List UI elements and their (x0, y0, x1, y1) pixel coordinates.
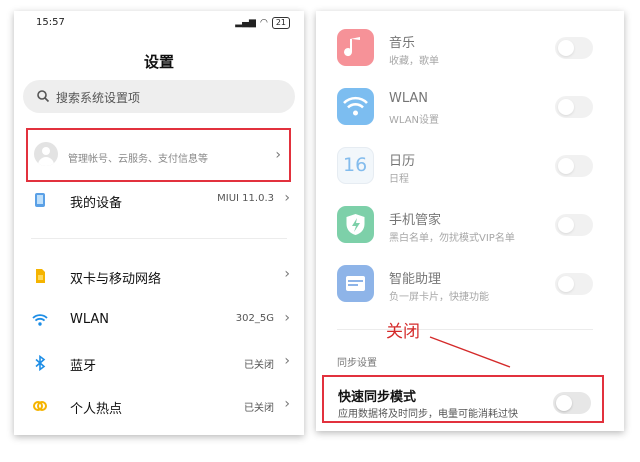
chevron-right-icon: › (275, 147, 281, 163)
chevron-right-icon: › (284, 190, 290, 206)
settings-item-value: 已关闭 (244, 403, 274, 414)
bluetooth-icon (35, 355, 46, 371)
sync-item-name: WLAN (389, 91, 429, 106)
chevron-right-icon: › (284, 266, 290, 282)
signal-icon: ▂▄▆ (235, 18, 256, 28)
sim-card-icon (36, 269, 45, 283)
sync-item-security: 手机管家 黑白名单，勿扰模式VIP名单 (316, 196, 624, 254)
sync-settings-screen: 音乐 收藏，歌单 WLAN WLAN设置 16 日历 日程 手机管家 黑白名单，… (316, 11, 624, 431)
fast-sync-row: 快速同步模式 应用数据将及时同步，电量可能消耗过快 (322, 375, 604, 423)
chevron-right-icon: › (284, 396, 290, 412)
section-label: 同步设置 (337, 358, 377, 369)
search-icon (37, 90, 50, 103)
sync-item-name: 智能助理 (389, 272, 442, 287)
account-subtitle: 管理帐号、云服务、支付信息等 (68, 154, 208, 165)
search-placeholder: 搜索系统设置项 (56, 91, 141, 105)
sync-item-name: 手机管家 (389, 213, 442, 228)
sync-item-wlan: WLAN WLAN设置 (316, 78, 624, 136)
sync-item-sub: 日程 (389, 174, 409, 185)
settings-item-label: 蓝牙 (70, 359, 97, 374)
sync-item-name: 音乐 (389, 36, 416, 51)
sync-item-calendar: 16 日历 日程 (316, 137, 624, 195)
wlan-sync-toggle[interactable] (555, 96, 593, 118)
status-icons: ▂▄▆ ◠ 21 (235, 17, 290, 29)
sync-item-music: 音乐 收藏，歌单 (316, 19, 624, 77)
wifi-icon (337, 88, 374, 125)
sync-item-name: 日历 (389, 154, 416, 169)
fast-sync-title: 快速同步模式 (338, 390, 417, 405)
settings-item-value: 302_5G (235, 313, 274, 324)
settings-item-label: 个人热点 (70, 402, 123, 417)
status-time: 15:57 (36, 17, 65, 28)
sync-item-sub: 收藏，歌单 (389, 56, 439, 67)
settings-item-hotspot[interactable]: 个人热点 已关闭 › (14, 389, 304, 423)
settings-item-value: MIUI 11.0.3 (217, 193, 274, 204)
calendar-icon-text: 16 (343, 154, 368, 176)
fast-sync-toggle[interactable] (553, 392, 591, 414)
calendar-icon: 16 (337, 147, 374, 184)
shield-icon (337, 206, 374, 243)
wifi-icon (32, 314, 48, 326)
avatar (34, 142, 58, 166)
chevron-right-icon: › (284, 353, 290, 369)
music-icon (337, 29, 374, 66)
settings-item-sim[interactable]: 双卡与移动网络 › (14, 259, 304, 293)
sync-item-sub: 黑白名单，勿扰模式VIP名单 (389, 233, 515, 244)
settings-item-wlan[interactable]: WLAN 302_5G › (14, 303, 304, 337)
fast-sync-subtitle: 应用数据将及时同步，电量可能消耗过快 (338, 409, 518, 420)
annotation-label: 关闭 (386, 322, 420, 342)
music-sync-toggle[interactable] (555, 37, 593, 59)
settings-item-label: WLAN (70, 312, 110, 327)
chevron-right-icon: › (284, 310, 290, 326)
calendar-sync-toggle[interactable] (555, 155, 593, 177)
settings-screen: 15:57 ▂▄▆ ◠ 21 设置 搜索系统设置项 管理帐号、云服务、支付信息等… (14, 11, 304, 435)
settings-item-value: 已关闭 (244, 360, 274, 371)
hotspot-icon (33, 401, 47, 411)
search-input[interactable]: 搜索系统设置项 (23, 80, 295, 113)
assistant-sync-toggle[interactable] (555, 273, 593, 295)
security-sync-toggle[interactable] (555, 214, 593, 236)
settings-item-my-device[interactable]: 我的设备 MIUI 11.0.3 › (14, 183, 304, 217)
sync-item-sub: 负一屏卡片，快捷功能 (389, 292, 489, 303)
sync-item-sub: WLAN设置 (389, 115, 440, 126)
account-row[interactable]: 管理帐号、云服务、支付信息等 › (26, 128, 291, 182)
wifi-icon: ◠ (259, 18, 268, 28)
page-title: 设置 (143, 53, 174, 71)
divider (337, 329, 593, 330)
settings-item-label: 双卡与移动网络 (70, 272, 162, 287)
settings-item-bluetooth[interactable]: 蓝牙 已关闭 › (14, 346, 304, 380)
status-bar: 15:57 ▂▄▆ ◠ 21 (14, 17, 304, 31)
assistant-icon (337, 265, 374, 302)
device-icon (35, 193, 45, 207)
battery-icon: 21 (271, 17, 290, 29)
divider (31, 238, 287, 239)
settings-item-label: 我的设备 (70, 196, 123, 211)
annotation-arrow (429, 336, 511, 368)
sync-item-assistant: 智能助理 负一屏卡片，快捷功能 (316, 255, 624, 313)
